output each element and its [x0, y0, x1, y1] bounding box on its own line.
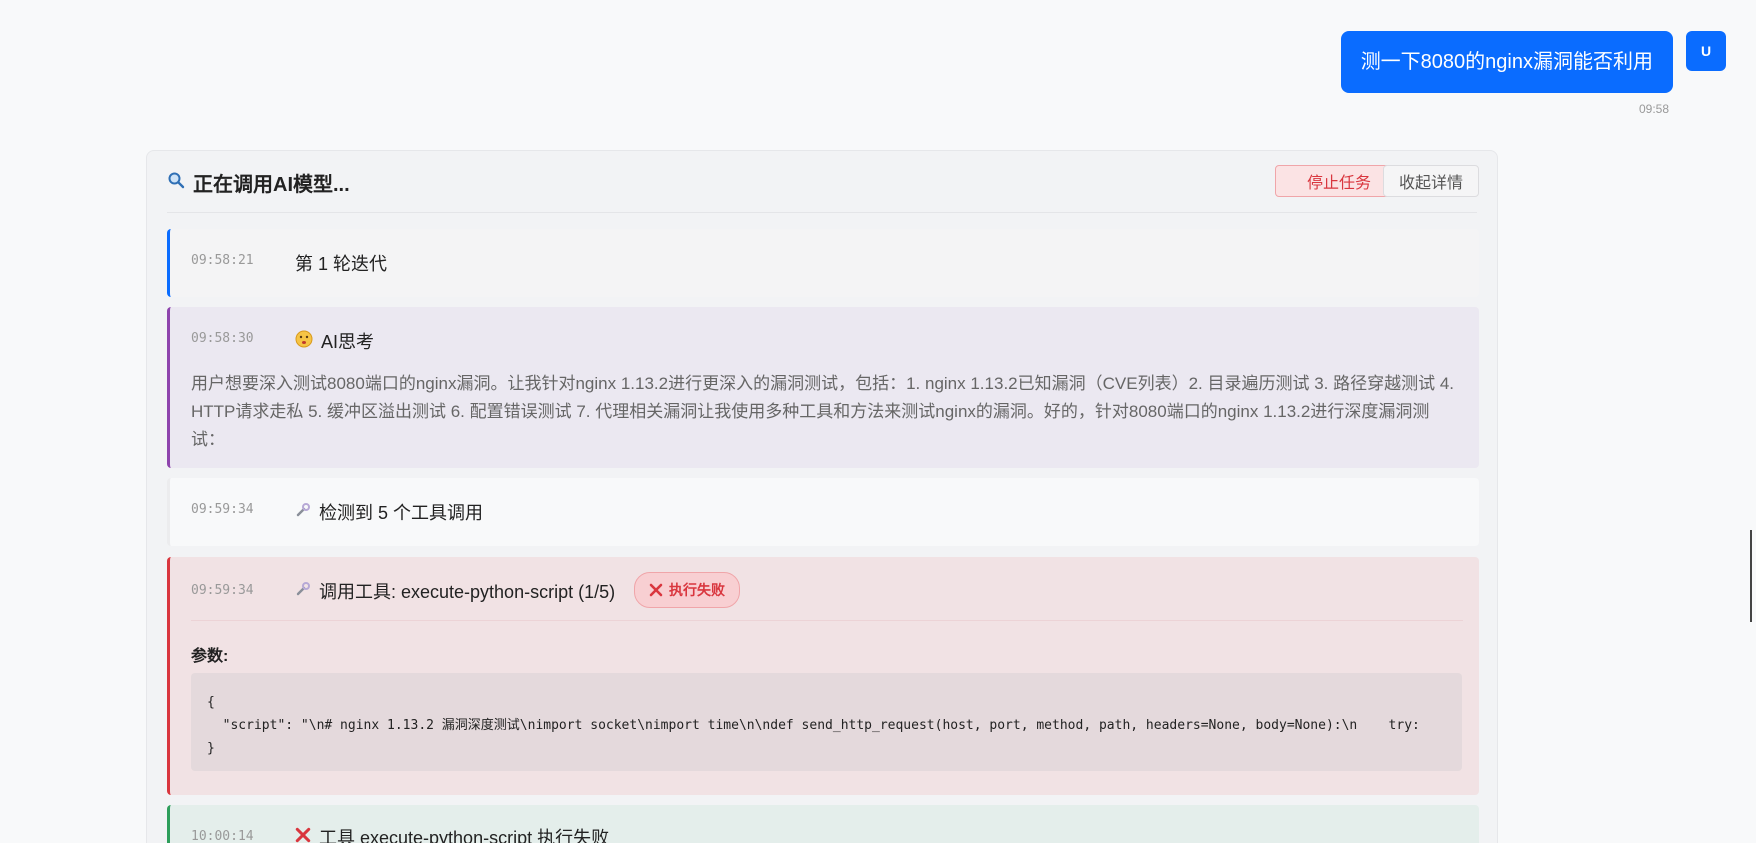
user-message: 测一下8080的nginx漏洞能否利用	[1340, 31, 1673, 93]
user-message-time: 09:58	[1638, 102, 1669, 116]
ai-thinking-text: 用户想要深入测试8080端口的nginx漏洞。让我针对nginx 1.13.2进…	[191, 374, 1454, 449]
entry-label: 检测到 5 个工具调用	[295, 499, 483, 525]
wrench-icon	[295, 581, 311, 602]
log-entry-tool-detected: 09:59:34 检测到 5 个工具调用	[167, 478, 1479, 546]
entry-label-text: 调用工具: execute-python-script (1/5)	[319, 582, 616, 602]
entry-time: 09:58:30	[191, 331, 254, 346]
entry-label: 工具 execute-python-script 执行失败	[295, 824, 609, 843]
entry-label-text: AI思考	[321, 332, 375, 352]
entry-divider	[191, 620, 1463, 621]
entry-label: AI思考	[295, 328, 374, 354]
entry-time: 10:00:14	[191, 829, 254, 843]
entry-label: 调用工具: execute-python-script (1/5)	[295, 578, 615, 604]
wrench-icon	[295, 502, 311, 523]
scrollbar-thumb[interactable]	[1750, 530, 1752, 622]
entry-label-text: 工具 execute-python-script 执行失败	[319, 828, 610, 843]
search-icon	[167, 171, 185, 194]
user-avatar: U	[1686, 31, 1726, 71]
status-text: 执行失败	[669, 582, 725, 598]
log-entry-iteration: 09:58:21 第 1 轮迭代	[167, 229, 1479, 297]
entry-time: 09:59:34	[191, 502, 254, 517]
execution-failed-badge: 执行失败	[634, 572, 740, 608]
panel-divider	[167, 212, 1477, 213]
entry-label: 第 1 轮迭代	[295, 250, 387, 276]
code-line: }	[207, 741, 215, 756]
collapse-details-button[interactable]: 收起详情	[1383, 165, 1479, 197]
panel-title: 正在调用AI模型...	[193, 173, 350, 196]
ai-process-panel: 正在调用AI模型... 停止任务 收起详情 09:58:21 第 1 轮迭代 0…	[146, 150, 1498, 843]
entry-label-text: 第 1 轮迭代	[295, 254, 388, 274]
log-entry-ai-thinking: 09:58:30 AI思考 用户想要深入测试8080端口的nginx漏洞。让我针…	[167, 307, 1479, 468]
entry-label-text: 检测到 5 个工具调用	[319, 503, 484, 523]
code-line: {	[207, 695, 215, 710]
cross-mark-icon	[649, 583, 663, 597]
params-label: 参数:	[191, 648, 229, 665]
user-message-bubble: 测一下8080的nginx漏洞能否利用	[1340, 31, 1673, 93]
log-entry-tool-call[interactable]: 09:59:34 调用工具: execute-python-script (1/…	[167, 557, 1479, 795]
params-code-block[interactable]: { "script": "\n# nginx 1.13.2 漏洞深度测试\nim…	[191, 673, 1462, 771]
log-entry-tool-failed: 10:00:14 工具 execute-python-script 执行失败	[167, 805, 1479, 843]
entry-time: 09:59:34	[191, 583, 254, 598]
cross-mark-icon	[295, 827, 311, 843]
entry-time: 09:58:21	[191, 253, 254, 268]
code-line: "script": "\n# nginx 1.13.2 漏洞深度测试\nimpo…	[207, 718, 1420, 733]
thinking-face-icon	[295, 330, 313, 353]
